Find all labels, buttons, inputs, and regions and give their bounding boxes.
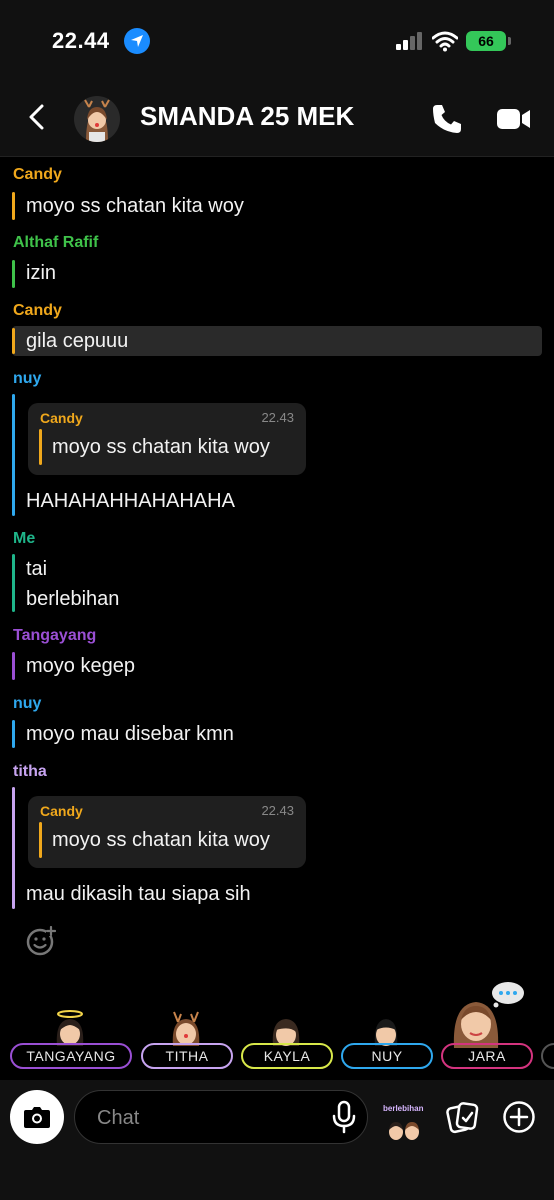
message-sender: nuy bbox=[13, 370, 42, 387]
sender-color-bar bbox=[12, 394, 15, 516]
message-sender: Althaf Rafif bbox=[13, 234, 99, 251]
chat-input[interactable] bbox=[95, 1091, 319, 1145]
message-sender: Candy bbox=[13, 302, 62, 319]
quoted-time: 22.43 bbox=[261, 803, 294, 818]
camera-button[interactable] bbox=[10, 1090, 64, 1144]
sender-color-bar bbox=[12, 328, 15, 354]
friend-chip-label: NUY bbox=[371, 1048, 403, 1064]
message-text[interactable]: izin bbox=[26, 262, 56, 285]
friend-chip-tangayang[interactable]: TANGAYANG bbox=[10, 1043, 132, 1069]
quoted-sender: Candy bbox=[40, 410, 83, 426]
bitmoji-titha[interactable] bbox=[166, 1008, 206, 1046]
battery-level: 66 bbox=[478, 33, 494, 49]
quoted-time: 22.43 bbox=[261, 410, 294, 425]
sticker-icon[interactable] bbox=[382, 1102, 426, 1142]
sender-color-bar bbox=[12, 260, 15, 288]
friend-chip-titha[interactable]: TITHA bbox=[141, 1043, 233, 1069]
sender-color-bar bbox=[12, 720, 15, 748]
quoted-text: moyo ss chatan kita woy bbox=[52, 829, 270, 851]
chat-composer: berlebihan bbox=[0, 1080, 554, 1200]
friend-chip-jara[interactable]: JARA bbox=[441, 1043, 533, 1069]
chat-header: SMANDA 25 MEK bbox=[0, 80, 554, 157]
friend-chip-label: JARA bbox=[468, 1048, 506, 1064]
chat-feed: Candy moyo ss chatan kita woy Althaf Raf… bbox=[0, 160, 554, 980]
message-text[interactable]: gila cepuuu bbox=[26, 330, 128, 353]
message-text[interactable]: moyo kegep bbox=[26, 655, 135, 678]
microphone-icon[interactable] bbox=[330, 1100, 358, 1134]
message-sender: titha bbox=[13, 763, 47, 780]
chat-input-field[interactable] bbox=[74, 1090, 368, 1145]
message-sender: Candy bbox=[13, 166, 62, 183]
message-sender: Tangayang bbox=[13, 627, 97, 644]
quoted-sender: Candy bbox=[40, 803, 83, 819]
video-call-icon[interactable] bbox=[496, 104, 532, 134]
message-sender: nuy bbox=[13, 695, 42, 712]
phone-call-icon[interactable] bbox=[430, 102, 464, 136]
add-reaction-icon[interactable] bbox=[26, 926, 56, 956]
message-text[interactable]: moyo ss chatan kita woy bbox=[26, 195, 244, 218]
camera-icon bbox=[24, 1107, 50, 1128]
battery-nub bbox=[508, 37, 511, 45]
quoted-message[interactable]: Candy 22.43 moyo ss chatan kita woy bbox=[28, 796, 306, 868]
message-text[interactable]: moyo mau disebar kmn bbox=[26, 723, 234, 746]
bitmoji-kayla[interactable] bbox=[266, 1016, 306, 1046]
sender-color-bar bbox=[12, 554, 15, 612]
friend-chip-label: TANGAYANG bbox=[26, 1048, 116, 1064]
message-text[interactable]: HAHAHAHHAHAHAHA bbox=[26, 490, 235, 513]
sender-color-bar bbox=[12, 787, 15, 909]
chat-title[interactable]: SMANDA 25 MEK bbox=[140, 101, 354, 132]
friend-chip-kayla[interactable]: KAYLA bbox=[241, 1043, 333, 1069]
wifi-icon bbox=[432, 31, 458, 52]
friend-chip-nuy[interactable]: NUY bbox=[341, 1043, 433, 1069]
sender-color-bar bbox=[12, 192, 15, 220]
status-time: 22.44 bbox=[52, 28, 110, 53]
battery-icon: 66 bbox=[466, 31, 506, 51]
message-text[interactable]: tai bbox=[26, 558, 47, 581]
status-bar: 22.44 66 bbox=[0, 0, 554, 80]
quoted-color-bar bbox=[39, 429, 42, 465]
quoted-message[interactable]: Candy 22.43 moyo ss chatan kita woy bbox=[28, 403, 306, 475]
location-arrow-icon bbox=[124, 28, 150, 54]
message-sender: Me bbox=[13, 530, 36, 547]
sender-color-bar bbox=[12, 652, 15, 680]
gallery-icon[interactable] bbox=[446, 1100, 480, 1134]
quoted-text: moyo ss chatan kita woy bbox=[52, 436, 270, 458]
back-chevron-icon[interactable] bbox=[22, 102, 52, 132]
message-text[interactable]: berlebihan bbox=[26, 588, 119, 611]
bitmoji-nuy[interactable] bbox=[366, 1016, 406, 1046]
message-text[interactable]: mau dikasih tau siapa sih bbox=[26, 883, 251, 906]
plus-icon[interactable] bbox=[502, 1100, 536, 1134]
group-avatar-icon[interactable] bbox=[74, 96, 120, 142]
quoted-color-bar bbox=[39, 822, 42, 858]
typing-bubble-icon bbox=[492, 982, 524, 1008]
friend-chip-label: TITHA bbox=[165, 1048, 209, 1064]
cellular-signal-icon bbox=[396, 32, 422, 50]
friend-chip-label: KAYLA bbox=[263, 1048, 311, 1064]
bitmoji-tangayang[interactable] bbox=[50, 1008, 90, 1046]
